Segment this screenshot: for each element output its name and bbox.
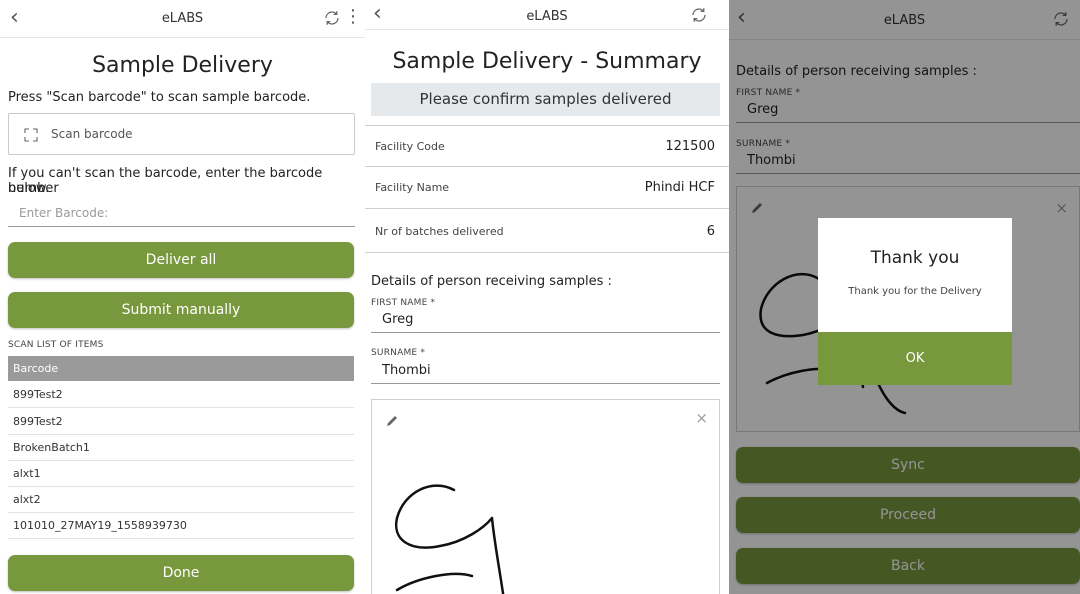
facility-name-row: Facility Name Phindi HCF	[365, 167, 729, 209]
delivery-confirmation-screen: ‹ eLABS Details of person receiving samp…	[729, 0, 1080, 594]
scan-instruction: Press "Scan barcode" to scan sample barc…	[8, 90, 311, 105]
scan-barcode-button[interactable]: Scan barcode	[8, 113, 355, 155]
signature-pad[interactable]: ×	[371, 399, 720, 594]
top-app-bar: ‹ eLABS ⋮	[0, 0, 365, 38]
dialog-title: Thank you	[870, 248, 960, 268]
list-item[interactable]: alxt2	[8, 487, 354, 513]
scan-barcode-label: Scan barcode	[51, 127, 133, 141]
thank-you-dialog: Thank you Thank you for the Delivery OK	[818, 218, 1012, 385]
manual-hint: If you can't scan the barcode, enter the…	[8, 166, 323, 196]
list-item[interactable]: 101010_27MAY19_1558939730	[8, 513, 354, 539]
first-name-label: FIRST NAME *	[371, 298, 436, 308]
list-item[interactable]: 899Test2	[8, 381, 354, 408]
receiver-title: Details of person receiving samples :	[371, 274, 612, 289]
submit-manually-button[interactable]: Submit manually	[8, 292, 354, 328]
manual-hint-cont: below.	[8, 181, 50, 196]
scan-list-title: SCAN LIST OF ITEMS	[8, 340, 104, 350]
batches-value: 6	[706, 224, 715, 239]
app-title: eLABS	[161, 11, 204, 26]
facility-code-row: Facility Code 121500	[365, 125, 729, 167]
facility-name-value: Phindi HCF	[644, 180, 715, 195]
batches-row: Nr of batches delivered 6	[365, 209, 729, 253]
page-title: Sample Delivery	[92, 53, 273, 78]
dialog-message: Thank you for the Delivery	[848, 286, 982, 297]
batches-label: Nr of batches delivered	[375, 225, 504, 238]
list-item[interactable]: BrokenBatch1	[8, 435, 354, 461]
more-vert-icon[interactable]: ⋮	[344, 7, 362, 27]
deliver-all-button[interactable]: Deliver all	[8, 242, 354, 278]
confirm-banner: Please confirm samples delivered	[371, 83, 720, 116]
app-title: eLABS	[526, 9, 568, 24]
barcode-input-placeholder: Enter Barcode:	[19, 206, 109, 220]
signature-drawing	[394, 484, 505, 594]
facility-name-label: Facility Name	[375, 181, 450, 194]
ok-button[interactable]: OK	[818, 332, 1012, 385]
sample-delivery-screen: ‹ eLABS ⋮ Sample Delivery Press "Scan ba…	[0, 0, 365, 594]
surname-field[interactable]: Thombi	[371, 358, 720, 384]
facility-code-value: 121500	[665, 139, 715, 154]
sync-icon[interactable]	[689, 5, 709, 25]
signature-pad-divider	[372, 458, 719, 464]
first-name-value: Greg	[382, 312, 414, 327]
surname-label: SURNAME *	[371, 348, 426, 358]
facility-code-label: Facility Code	[375, 140, 445, 153]
surname-value: Thombi	[382, 363, 431, 378]
sync-icon[interactable]	[322, 8, 342, 28]
page-title: Sample Delivery - Summary	[392, 49, 702, 74]
top-app-bar: ‹ eLABS	[365, 0, 729, 30]
list-item[interactable]: alxt1	[8, 461, 354, 487]
scan-frame-icon	[24, 128, 38, 142]
list-header-barcode: Barcode	[8, 356, 354, 381]
sample-delivery-summary-screen: ‹ eLABS Sample Delivery - Summary Please…	[365, 0, 729, 594]
list-item[interactable]: 899Test2	[8, 408, 354, 435]
barcode-input[interactable]: Enter Barcode:	[8, 201, 355, 227]
done-button[interactable]: Done	[8, 555, 354, 591]
first-name-field[interactable]: Greg	[371, 308, 720, 333]
